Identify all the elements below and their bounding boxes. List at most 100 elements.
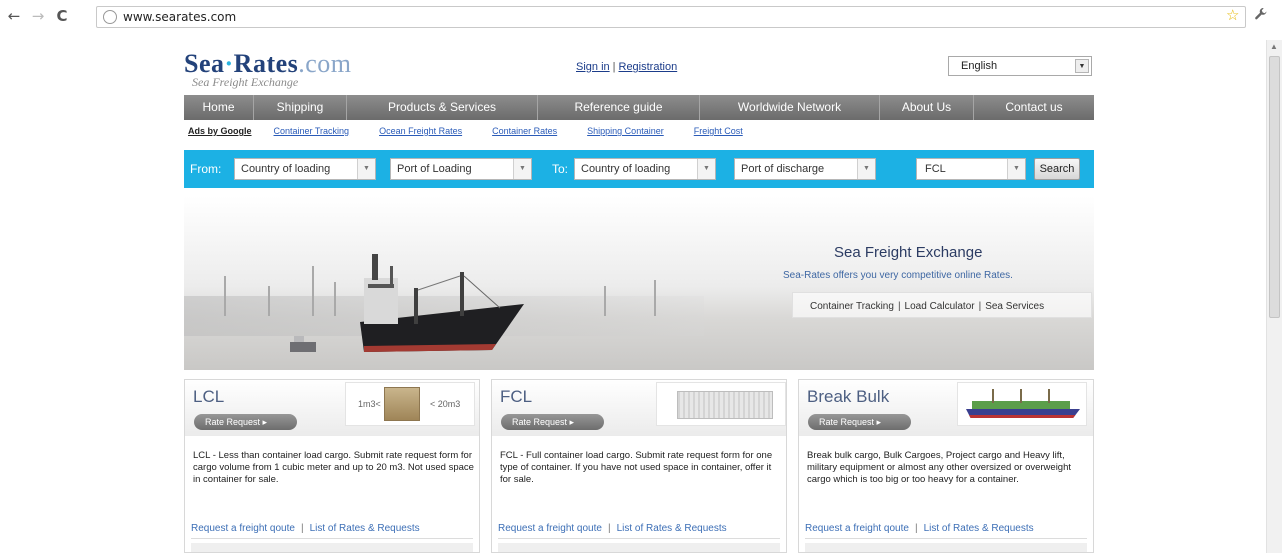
nav-about-us[interactable]: About Us (880, 95, 974, 120)
bookmark-star-icon[interactable]: ☆ (1226, 6, 1239, 24)
ship-crane (992, 389, 994, 403)
from-port-select[interactable]: Port of Loading ▼ (390, 158, 532, 180)
nav-home[interactable]: Home (184, 95, 254, 120)
page-scrollbar[interactable]: ▲ (1266, 40, 1282, 553)
cargo-box-icon (384, 387, 420, 421)
chevron-down-icon[interactable]: ▼ (513, 159, 531, 179)
rates-list-link[interactable]: List of Rates & Requests (310, 523, 420, 534)
to-port-value: Port of discharge (741, 163, 825, 175)
from-label: From: (190, 162, 222, 176)
card-bottom-strip (805, 543, 1087, 552)
rate-search-bar: From: Country of loading ▼ Port of Loadi… (184, 150, 1094, 188)
rate-request-button[interactable]: Rate Request ▸ (501, 414, 604, 430)
chevron-down-icon[interactable]: ▼ (857, 159, 875, 179)
logo-tld: .com (298, 49, 352, 78)
hero-banner: Sea Freight Exchange Sea-Rates offers yo… (184, 196, 1094, 370)
reload-icon[interactable]: C (52, 6, 72, 26)
ads-row: Ads by Google Container Tracking Ocean F… (188, 126, 773, 136)
chevron-down-icon[interactable]: ▼ (1007, 159, 1025, 179)
scrollbar-thumb[interactable] (1269, 56, 1280, 318)
ads-label[interactable]: Ads by Google (188, 126, 252, 136)
card-fcl: FCL Rate Request ▸ FCL - Full container … (491, 379, 787, 553)
card-footer-links: Request a freight qoute | List of Rates & … (498, 523, 727, 534)
back-icon[interactable]: ← (4, 6, 24, 26)
ad-link-ocean-freight-rates[interactable]: Ocean Freight Rates (379, 126, 462, 136)
to-country-select[interactable]: Country of loading ▼ (574, 158, 716, 180)
search-button[interactable]: Search (1034, 158, 1080, 180)
wrench-icon[interactable] (1254, 7, 1268, 25)
card-lcl: LCL 1m3< < 20m3 Rate Request ▸ LCL - Les… (184, 379, 480, 553)
card-description: Break bulk cargo, Bulk Cargoes, Project … (807, 450, 1072, 485)
load-type-value: FCL (925, 163, 946, 175)
from-country-select[interactable]: Country of loading ▼ (234, 158, 376, 180)
card-description: FCL - Full container load cargo. Submit … (500, 450, 773, 485)
page: Sea·Rates.com Sea Freight Exchange Sign … (184, 40, 1094, 553)
rates-list-link[interactable]: List of Rates & Requests (617, 523, 727, 534)
harbor-tower (224, 276, 226, 316)
shipping-container-icon (677, 391, 773, 419)
ad-link-container-tracking[interactable]: Container Tracking (274, 126, 350, 136)
ship-crane (1020, 389, 1022, 403)
registration-link[interactable]: Registration (619, 61, 678, 73)
chevron-down-icon[interactable]: ▼ (1075, 59, 1089, 73)
logo-dot: · (224, 49, 234, 78)
nav-contact-us[interactable]: Contact us (974, 95, 1094, 120)
nav-products-services[interactable]: Products & Services (347, 95, 538, 120)
address-url[interactable]: www.searates.com (123, 10, 236, 24)
bulk-ship-image (957, 382, 1087, 426)
to-label: To: (552, 162, 569, 176)
to-port-select[interactable]: Port of discharge ▼ (734, 158, 876, 180)
rates-list-link[interactable]: List of Rates & Requests (924, 523, 1034, 534)
globe-icon (103, 10, 117, 24)
banner-link-sea-services[interactable]: Sea Services (985, 301, 1044, 312)
rate-request-button[interactable]: Rate Request ▸ (808, 414, 911, 430)
request-quote-link[interactable]: Request a freight qoute (191, 523, 295, 534)
divider (805, 538, 1087, 539)
ad-link-container-rates[interactable]: Container Rates (492, 126, 557, 136)
divider (498, 538, 780, 539)
load-type-select[interactable]: FCL ▼ (916, 158, 1026, 180)
main-nav: Home Shipping Products & Services Refere… (184, 95, 1094, 120)
chevron-down-icon[interactable]: ▼ (357, 159, 375, 179)
card-title: FCL (500, 387, 533, 406)
ad-link-freight-cost[interactable]: Freight Cost (694, 126, 743, 136)
cargo-ship-image (290, 254, 524, 352)
address-bar[interactable]: www.searates.com (96, 6, 1246, 28)
lcl-max-volume: < 20m3 (430, 399, 461, 409)
chevron-down-icon[interactable]: ▼ (697, 159, 715, 179)
card-break-bulk: Break Bulk Rate Request ▸ Break bulk car… (798, 379, 1094, 553)
lcl-volume-image: 1m3< < 20m3 (345, 382, 475, 426)
logo-rates: Rates (233, 49, 299, 78)
logo-sea: Sea (184, 49, 225, 78)
card-footer-links: Request a freight qoute | List of Rates & … (805, 523, 1034, 534)
site-logo[interactable]: Sea·Rates.com Sea Freight Exchange (184, 49, 352, 89)
card-title: LCL (193, 387, 225, 406)
nav-shipping[interactable]: Shipping (254, 95, 347, 120)
request-quote-link[interactable]: Request a freight qoute (805, 523, 909, 534)
lcl-min-volume: 1m3< (358, 399, 381, 409)
container-image (656, 382, 786, 426)
account-separator: | (612, 61, 616, 73)
sign-in-link[interactable]: Sign in (576, 61, 610, 73)
scroll-up-icon[interactable]: ▲ (1270, 42, 1278, 51)
banner-title: Sea Freight Exchange (834, 244, 983, 261)
browser-toolbar: ← → C www.searates.com ☆ (0, 0, 1286, 34)
card-bottom-strip (191, 543, 473, 552)
ship-hull (966, 409, 1080, 418)
forward-icon[interactable]: → (28, 6, 48, 26)
harbor-tower (604, 286, 606, 316)
card-bottom-strip (498, 543, 780, 552)
service-cards: LCL 1m3< < 20m3 Rate Request ▸ LCL - Les… (184, 379, 1094, 553)
nav-reference-guide[interactable]: Reference guide (538, 95, 700, 120)
nav-worldwide-network[interactable]: Worldwide Network (700, 95, 880, 120)
account-links: Sign in | Registration (576, 61, 677, 73)
ad-link-shipping-container[interactable]: Shipping Container (587, 126, 664, 136)
request-quote-link[interactable]: Request a freight qoute (498, 523, 602, 534)
banner-link-load-calculator[interactable]: Load Calculator (905, 301, 975, 312)
rate-request-button[interactable]: Rate Request ▸ (194, 414, 297, 430)
card-footer-links: Request a freight qoute | List of Rates & … (191, 523, 420, 534)
to-country-value: Country of loading (581, 163, 671, 175)
language-select[interactable]: English ▼ (948, 56, 1092, 76)
from-port-value: Port of Loading (397, 163, 472, 175)
banner-link-container-tracking[interactable]: Container Tracking (810, 301, 894, 312)
